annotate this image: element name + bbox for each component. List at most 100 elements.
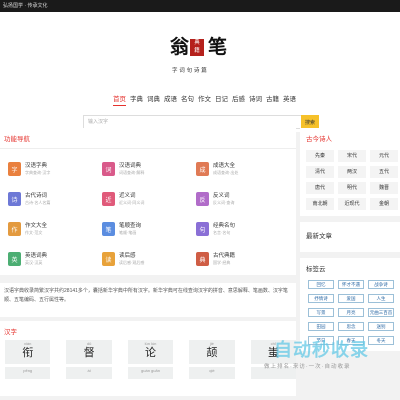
seal-line-2: 籍 <box>194 48 200 54</box>
poet-era-item[interactable]: 南北朝 <box>306 198 334 210</box>
function-sub: 英汉·汉英 <box>25 260 43 265</box>
function-icon: 句 <box>196 222 209 236</box>
function-item[interactable]: 作作文大全 作文·范文 <box>8 221 100 237</box>
hanzi-card[interactable]: ài <box>66 367 112 379</box>
function-sub: 成语查询·出处 <box>213 170 239 175</box>
nav-item[interactable]: 首页 <box>113 93 126 106</box>
nav-item[interactable]: 字典 <box>130 93 143 106</box>
poet-era-item[interactable]: 元代 <box>370 150 398 162</box>
function-icon: 作 <box>8 222 21 236</box>
tag-item[interactable]: 人生 <box>368 294 394 303</box>
tags-title: 标签云 <box>306 266 326 273</box>
function-sub: 词语查询·解释 <box>119 170 145 175</box>
tag-item[interactable]: 回忆 <box>308 280 334 289</box>
function-text: 成语大全 成语查询·出处 <box>213 163 238 175</box>
tag-item[interactable]: 战争诗 <box>368 280 394 289</box>
hanzi-card[interactable]: pēng <box>5 367 51 379</box>
hanzi-pinyin: dū <box>86 341 92 346</box>
function-item[interactable]: 英英语词典 英汉·汉英 <box>8 251 100 267</box>
poet-era-item[interactable]: 宋代 <box>338 150 366 162</box>
function-grid: 字汉语字典 字典查询·汉字词汉语词典 词语查询·解释成成语大全 成语查询·出处诗古代诗… <box>0 149 296 275</box>
latest-box: 最新文章 <box>300 222 400 252</box>
poet-era-item[interactable]: 魏晋 <box>370 182 398 194</box>
nav-item[interactable]: 词典 <box>147 93 160 106</box>
top-bar-slogan: 弘扬国学 · 传承文化 <box>3 3 48 9</box>
function-icon: 成 <box>196 162 209 176</box>
watermark-sub: 做上排名·来访·一次·自动收录 <box>264 364 351 370</box>
tag-item[interactable]: 元曲三百首 <box>368 308 394 317</box>
tag-item[interactable]: 爱国 <box>338 294 364 303</box>
poet-era-item[interactable]: 两汉 <box>338 166 366 178</box>
function-item[interactable]: 诗古代诗词 古诗·名人名篇 <box>8 191 100 207</box>
nav-item[interactable]: 日记 <box>215 93 228 106</box>
poet-era-item[interactable]: 先秦 <box>306 150 334 162</box>
function-text: 近义词 近义词·同义词 <box>119 193 144 205</box>
poet-era-item[interactable]: 近现代 <box>338 198 366 210</box>
site-logo[interactable]: 翁 典 籍 笔 字词句诗篇 <box>170 36 232 78</box>
hanzi-char: 督 <box>83 347 95 359</box>
hanzi-pinyin: jié <box>209 341 214 346</box>
poets-box: 古今诗人 先秦 宋代 元代清代 两汉 五代唐代 明代 魏晋南北朝 近现代 金朝 <box>300 128 400 216</box>
hanzi-card[interactable]: qiè <box>189 367 235 379</box>
function-text: 经典名句 名言·名句 <box>213 223 235 235</box>
function-sub: 反义词·查询 <box>213 200 235 205</box>
function-text: 汉语字典 字典查询·汉字 <box>25 163 50 175</box>
function-text: 反义词 反义词·查询 <box>213 193 234 205</box>
function-item[interactable]: 近近义词 近义词·同义词 <box>102 191 194 207</box>
function-item[interactable]: 成成语大全 成语查询·出处 <box>196 161 288 177</box>
hanzi-char: 颉 <box>206 347 218 359</box>
poet-era-item[interactable]: 唐代 <box>306 182 334 194</box>
function-item[interactable]: 句经典名句 名言·名句 <box>196 221 288 237</box>
hanzi-card[interactable]: xián 衔 <box>5 340 51 364</box>
function-text: 英语词典 英汉·汉英 <box>25 253 47 265</box>
tag-item[interactable]: 写景 <box>308 308 334 317</box>
latest-title: 最新文章 <box>306 233 332 240</box>
nav-item[interactable]: 成语 <box>164 93 177 106</box>
function-text: 古代典籍 国学·经典 <box>213 253 235 265</box>
nav-item[interactable]: 诗词 <box>249 93 262 106</box>
function-sub: 作文·范文 <box>25 230 43 235</box>
function-text: 作文大全 作文·范文 <box>25 223 47 235</box>
top-bar: 弘扬国学 · 传承文化 <box>0 0 400 12</box>
function-item[interactable]: 读读后感 读后感·观后感 <box>102 251 194 267</box>
sidebar: 古今诗人 先秦 宋代 元代清代 两汉 五代唐代 明代 魏晋南北朝 近现代 金朝 最新文章 标签云… <box>300 128 400 357</box>
search-button[interactable]: 搜索 <box>301 115 319 129</box>
function-item[interactable]: 字汉语字典 字典查询·汉字 <box>8 161 100 177</box>
nav-item[interactable]: 古籍 <box>266 93 279 106</box>
poet-era-item[interactable]: 明代 <box>338 182 366 194</box>
function-label: 作文大全 <box>25 223 48 229</box>
function-item[interactable]: 词汉语词典 词语查询·解释 <box>102 161 194 177</box>
poet-era-item[interactable]: 五代 <box>370 166 398 178</box>
poets-title: 古今诗人 <box>306 136 332 143</box>
watermark: 自动秒收录 做上排名·来访·一次·自动收录 <box>234 330 394 380</box>
function-icon: 字 <box>8 162 21 176</box>
nav-item[interactable]: 名句 <box>181 93 194 106</box>
tag-item[interactable]: 抒情诗 <box>308 294 334 303</box>
poet-era-item[interactable]: 金朝 <box>370 198 398 210</box>
function-label: 汉语词典 <box>119 163 142 169</box>
function-sub: 名言·名句 <box>213 230 231 235</box>
nav-item[interactable]: 作文 <box>198 93 211 106</box>
nav-item[interactable]: 后感 <box>232 93 245 106</box>
search-bar: 搜索 <box>83 115 319 129</box>
function-sub: 国学·经典 <box>213 260 231 265</box>
function-icon: 反 <box>196 192 209 206</box>
function-label: 读后感 <box>119 253 136 259</box>
tag-item[interactable]: 月亮 <box>338 308 364 317</box>
function-item[interactable]: 反反义词 反义词·查询 <box>196 191 288 207</box>
tag-item[interactable]: 怀才不遇 <box>338 280 364 289</box>
hanzi-pinyin: pēng <box>23 368 33 373</box>
hanzi-card[interactable]: lùn lún 论 <box>127 340 174 364</box>
function-sub: 古诗·名人名篇 <box>25 200 51 205</box>
function-item[interactable]: 典古代典籍 国学·经典 <box>196 251 288 267</box>
poet-era-item[interactable]: 清代 <box>306 166 334 178</box>
hanzi-pinyin: qiè <box>209 368 215 373</box>
hanzi-card[interactable]: dū 督 <box>66 340 112 364</box>
search-input[interactable] <box>83 115 301 129</box>
hanzi-card[interactable]: jié 颉 <box>189 340 235 364</box>
logo-seal: 典 籍 <box>190 39 204 56</box>
function-item[interactable]: 笔笔顺查询 笔顺·笔画 <box>102 221 194 237</box>
hanzi-card[interactable]: guàn guān <box>127 367 174 379</box>
nav-item[interactable]: 英语 <box>283 93 296 106</box>
function-sub: 笔顺·笔画 <box>119 230 137 235</box>
